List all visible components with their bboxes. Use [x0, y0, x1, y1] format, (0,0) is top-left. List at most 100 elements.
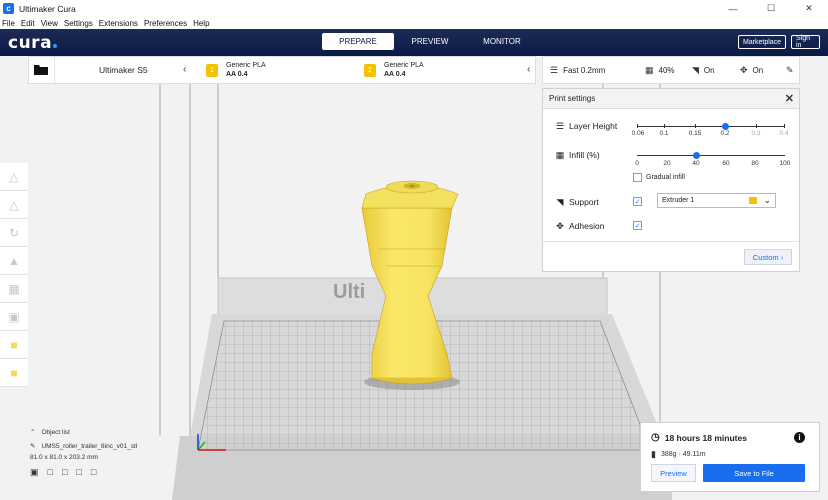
menu-settings[interactable]: Settings: [64, 19, 93, 28]
support-setting-label: Support: [569, 197, 599, 207]
printer-chevron-icon[interactable]: ‹: [183, 64, 186, 75]
layer-tick-1: 0.1: [659, 130, 669, 137]
adhesion-icon: ✥: [740, 65, 748, 75]
scale-tool[interactable]: △: [0, 191, 28, 219]
pencil-icon: ✎: [786, 65, 794, 75]
clock-icon: ◷: [651, 432, 660, 443]
infill-track[interactable]: [637, 155, 785, 156]
extruder-2-tool[interactable]: ■: [0, 359, 28, 387]
infill-tick-0: 0: [635, 160, 639, 167]
extruder-2[interactable]: 2 Generic PLA AA 0.4: [364, 57, 424, 83]
infill-tick-1: 20: [663, 160, 671, 167]
per-model-settings-tool[interactable]: ▦: [0, 275, 28, 303]
print-time-value: 18 hours 18 minutes: [664, 432, 747, 443]
extruder-1-tool[interactable]: ■: [0, 331, 28, 359]
view-right-icon[interactable]: □: [91, 467, 96, 478]
infill-handle[interactable]: [693, 152, 700, 159]
print-settings-panel: Print settings ✕ ☰ Layer Height 0.06 0.1…: [542, 88, 800, 272]
pencil-icon[interactable]: ✎: [30, 442, 35, 450]
layers-icon: ☰: [550, 65, 559, 75]
extruder-2-core: AA 0.4: [384, 71, 406, 78]
preview-button[interactable]: Preview: [651, 464, 696, 482]
menu-bar: File Edit View Settings Extensions Prefe…: [0, 17, 828, 29]
save-to-file-button[interactable]: Save to File: [703, 464, 805, 482]
material-value: 388g · 49.11m: [660, 451, 706, 458]
custom-button-label: Custom: [752, 252, 779, 262]
support-blocker-icon: ▣: [8, 309, 20, 324]
print-settings-bar[interactable]: ☰ Fast 0.2mm ▦ 40% ◥ On ✥ On ✎: [542, 56, 800, 84]
minimize-button[interactable]: —: [714, 0, 752, 17]
tab-monitor[interactable]: MONITOR: [466, 33, 538, 50]
gradual-infill-label: Gradual infill: [646, 174, 685, 181]
menu-view[interactable]: View: [41, 19, 58, 28]
layer-height-track[interactable]: [637, 126, 785, 127]
chevron-up-icon: ⌃: [30, 429, 36, 436]
infill-row: ▦ Infill (%): [555, 150, 600, 161]
close-icon[interactable]: ✕: [785, 92, 794, 105]
view-3d-icon[interactable]: ▣: [30, 467, 39, 478]
object-list-toggle[interactable]: ⌃ Object list: [30, 428, 137, 437]
adhesion-checkbox[interactable]: ✓: [633, 221, 642, 230]
adhesion-summary[interactable]: ✥ On: [740, 65, 763, 76]
infill-icon: ▦: [645, 65, 654, 75]
support-row: ◥ Support: [555, 196, 599, 208]
support-icon: ◥: [556, 196, 564, 207]
printer-selector[interactable]: Ultimaker S5: [55, 65, 195, 75]
extruder-2-material: Generic PLA: [384, 62, 424, 69]
close-window-button[interactable]: ✕: [790, 0, 828, 17]
support-checkbox[interactable]: ✓: [633, 197, 642, 206]
material-estimate: ▮ 388g · 49.11m: [651, 449, 706, 460]
tab-preview[interactable]: PREVIEW: [394, 33, 466, 50]
panel-title: Print settings: [549, 94, 596, 103]
custom-button[interactable]: Custom ›: [744, 249, 792, 265]
menu-extensions[interactable]: Extensions: [99, 19, 138, 28]
panel-divider: [543, 241, 799, 242]
rotate-icon: ↻: [8, 225, 20, 240]
menu-edit[interactable]: Edit: [21, 19, 35, 28]
view-top-icon[interactable]: □: [62, 467, 67, 478]
menu-preferences[interactable]: Preferences: [144, 19, 187, 28]
layer-height-label: Layer Height: [569, 121, 618, 131]
spool-icon: ▮: [651, 449, 656, 459]
extruder-1[interactable]: 1 Generic PLA AA 0.4: [206, 57, 266, 83]
adhesion-row: ✥ Adhesion: [555, 220, 605, 232]
infill-summary[interactable]: ▦ 40%: [645, 65, 675, 76]
marketplace-button[interactable]: Marketplace: [738, 35, 786, 49]
print-job-panel: ◷ 18 hours 18 minutes i ▮ 388g · 49.11m …: [640, 422, 820, 492]
extruder-1-core: AA 0.4: [226, 71, 248, 78]
support-blocker-tool[interactable]: ▣: [0, 303, 28, 331]
infill-tick-5: 100: [779, 160, 791, 167]
open-file-button[interactable]: [29, 57, 55, 83]
adhesion-icon: ✥: [556, 220, 564, 231]
move-tool[interactable]: △: [0, 163, 28, 191]
build-plate-logo: Ulti: [333, 281, 365, 303]
menu-file[interactable]: File: [2, 19, 15, 28]
gradual-infill-checkbox[interactable]: [633, 173, 642, 182]
cura-logo: cura: [8, 33, 58, 53]
adhesion-setting-label: Adhesion: [569, 221, 605, 231]
tab-prepare[interactable]: PREPARE: [322, 33, 394, 50]
support-extruder-select[interactable]: Extruder 1 ⌄: [657, 193, 776, 208]
layer-tick-4: 0.3: [751, 130, 761, 137]
window-titlebar: c Ultimaker Cura — ☐ ✕: [0, 0, 828, 17]
profile-summary[interactable]: ☰ Fast 0.2mm: [550, 65, 605, 76]
maximize-button[interactable]: ☐: [752, 0, 790, 17]
panel-header: Print settings ✕: [543, 89, 799, 109]
menu-help[interactable]: Help: [193, 19, 209, 28]
info-icon[interactable]: i: [794, 432, 805, 443]
edit-settings-button[interactable]: ✎: [786, 65, 799, 76]
logo-dot: [53, 44, 58, 48]
support-summary[interactable]: ◥ On: [692, 65, 715, 76]
object-filename: UMS5_roller_trailer_8inc_v01_stl: [41, 442, 138, 450]
printer-bar: Ultimaker S5 ‹ 1 Generic PLA AA 0.4 2 Gen…: [28, 56, 536, 84]
signin-button[interactable]: Sign in: [791, 35, 820, 49]
rotate-tool[interactable]: ↻: [0, 219, 28, 247]
extruder-chevron-icon[interactable]: ‹: [527, 64, 530, 75]
view-left-icon[interactable]: □: [76, 467, 81, 478]
view-front-icon[interactable]: □: [48, 467, 53, 478]
print-time: ◷ 18 hours 18 minutes: [651, 432, 747, 443]
layer-height-handle[interactable]: [722, 123, 729, 130]
extruder-1-tool-icon: ■: [10, 337, 18, 352]
support-label: On: [703, 66, 715, 75]
mirror-tool[interactable]: ▲: [0, 247, 28, 275]
